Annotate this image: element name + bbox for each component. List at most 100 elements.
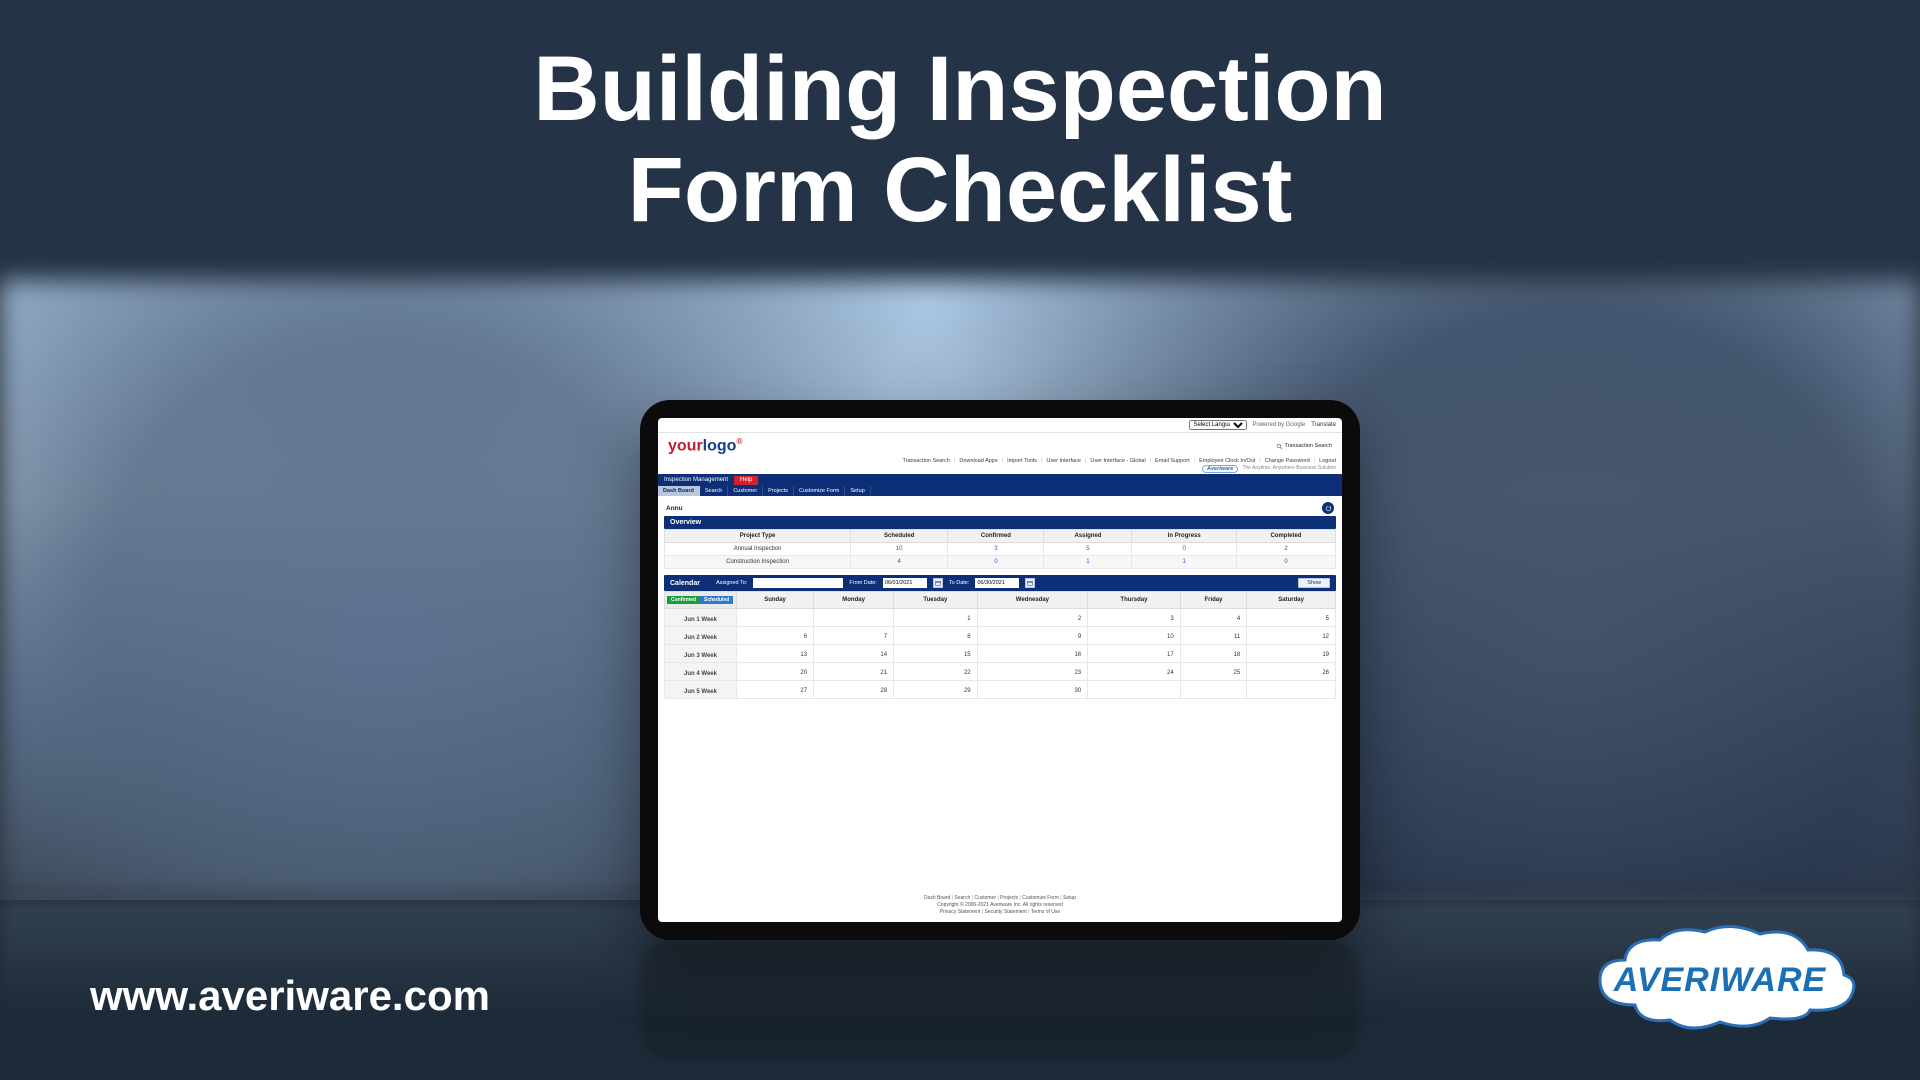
overview-cell[interactable]: 1: [1044, 556, 1132, 569]
user-row: Annu: [664, 500, 1336, 516]
language-select[interactable]: Select Language: [1189, 420, 1247, 430]
calendar-day-header: Sunday: [737, 592, 814, 609]
overview-col: Assigned: [1044, 530, 1132, 543]
calendar-day-cell[interactable]: 18: [1180, 645, 1247, 663]
footer-link[interactable]: Projects: [1000, 895, 1022, 901]
calendar-day-cell[interactable]: 27: [737, 681, 814, 699]
legend-scheduled: Scheduled: [700, 596, 733, 604]
footer-link[interactable]: Customize Form: [1022, 895, 1063, 901]
calendar-day-cell[interactable]: 17: [1088, 645, 1181, 663]
calendar-day-cell[interactable]: [737, 609, 814, 627]
overview-cell[interactable]: 4: [851, 556, 948, 569]
footer-copyright: Copyright © 2006-2021 Averiware Inc. All…: [658, 902, 1342, 909]
refresh-button[interactable]: [1322, 502, 1334, 514]
app-logo: yourlogo®: [668, 437, 742, 455]
calendar-week-label: Jun 1 Week: [665, 609, 737, 627]
calendar-day-cell[interactable]: 8: [894, 627, 978, 645]
calendar-day-cell[interactable]: 4: [1180, 609, 1247, 627]
calendar-day-cell[interactable]: 26: [1247, 663, 1336, 681]
quick-search[interactable]: Transaction Search: [1276, 443, 1333, 450]
calendar-icon: [935, 580, 941, 586]
calendar-day-cell[interactable]: 9: [977, 627, 1088, 645]
calendar-day-cell[interactable]: [1247, 681, 1336, 699]
footer-link[interactable]: Customer: [974, 895, 1000, 901]
footer-legal-link[interactable]: Privacy Statement: [940, 909, 985, 915]
overview-cell[interactable]: 0: [1236, 556, 1335, 569]
footer-link[interactable]: Search: [954, 895, 974, 901]
from-date-label: From Date:: [849, 580, 877, 586]
to-date-picker[interactable]: [1025, 578, 1035, 588]
overview-cell[interactable]: 5: [1044, 543, 1132, 556]
tab-search[interactable]: Search: [700, 486, 728, 496]
footer-legal: Privacy StatementSecurity StatementTerms…: [658, 909, 1342, 916]
calendar-week-label: Jun 3 Week: [665, 645, 737, 663]
calendar-day-cell[interactable]: 19: [1247, 645, 1336, 663]
overview-cell[interactable]: 0: [948, 556, 1044, 569]
overview-cell[interactable]: 1: [1132, 556, 1237, 569]
overview-cell[interactable]: 10: [851, 543, 948, 556]
overview-cell[interactable]: 2: [1236, 543, 1335, 556]
calendar-day-cell[interactable]: 15: [894, 645, 978, 663]
overview-col: Confirmed: [948, 530, 1044, 543]
calendar-day-cell[interactable]: 14: [814, 645, 894, 663]
calendar-day-cell[interactable]: 23: [977, 663, 1088, 681]
calendar-day-cell[interactable]: 29: [894, 681, 978, 699]
footer-link[interactable]: Setup: [1063, 895, 1076, 901]
overview-row-label: Construction Inspection: [665, 556, 851, 569]
site-url: www.averiware.com: [90, 972, 490, 1020]
calendar-day-cell[interactable]: 11: [1180, 627, 1247, 645]
calendar-day-cell[interactable]: 25: [1180, 663, 1247, 681]
calendar-day-cell[interactable]: 21: [814, 663, 894, 681]
top-link[interactable]: User Interface: [1046, 458, 1081, 464]
calendar-day-cell[interactable]: 1: [894, 609, 978, 627]
tab-projects[interactable]: Projects: [763, 486, 794, 496]
tab-customer[interactable]: Customer: [728, 486, 763, 496]
calendar-day-cell[interactable]: 12: [1247, 627, 1336, 645]
top-links: Transaction Search|Download Apps|Import …: [658, 457, 1342, 465]
calendar-day-cell[interactable]: [814, 609, 894, 627]
brand-tagline: The Anytime, Anywhere Business Solution: [1242, 465, 1336, 473]
top-link[interactable]: Change Password: [1265, 458, 1310, 464]
top-link[interactable]: Employee Clock In/Out: [1199, 458, 1255, 464]
calendar-day-cell[interactable]: 2: [977, 609, 1088, 627]
calendar-day-cell[interactable]: 24: [1088, 663, 1181, 681]
utility-bar: Select Language Powered by Google Transl…: [658, 418, 1342, 433]
calendar-day-cell[interactable]: 22: [894, 663, 978, 681]
calendar-day-cell[interactable]: 7: [814, 627, 894, 645]
footer-legal-link[interactable]: Security Statement: [984, 909, 1030, 915]
assigned-to-input[interactable]: [753, 578, 843, 588]
calendar-day-cell[interactable]: 13: [737, 645, 814, 663]
calendar-day-cell[interactable]: [1180, 681, 1247, 699]
calendar-day-cell[interactable]: 10: [1088, 627, 1181, 645]
footer-link[interactable]: Dash Board: [924, 895, 954, 901]
top-link[interactable]: Transaction Search: [902, 458, 950, 464]
tab-dash-board[interactable]: Dash Board: [658, 486, 700, 496]
calendar-day-cell[interactable]: 20: [737, 663, 814, 681]
calendar-day-cell[interactable]: 30: [977, 681, 1088, 699]
tablet-device: Select Language Powered by Google Transl…: [640, 400, 1360, 940]
from-date-picker[interactable]: [933, 578, 943, 588]
footer-legal-link[interactable]: Terms of Use: [1031, 909, 1060, 915]
nav-module[interactable]: Inspection Management: [658, 476, 734, 485]
show-button[interactable]: Show: [1298, 578, 1330, 588]
translate-link[interactable]: Translate: [1311, 422, 1336, 428]
tab-setup[interactable]: Setup: [845, 486, 870, 496]
top-link[interactable]: Download Apps: [959, 458, 997, 464]
nav-help[interactable]: Help: [734, 476, 758, 485]
overview-cell[interactable]: 0: [1132, 543, 1237, 556]
calendar-day-cell[interactable]: 28: [814, 681, 894, 699]
top-link[interactable]: User Interface - Global: [1090, 458, 1145, 464]
to-date-input[interactable]: [975, 578, 1019, 588]
from-date-input[interactable]: [883, 578, 927, 588]
top-link[interactable]: Import Tools: [1007, 458, 1037, 464]
calendar-day-cell[interactable]: [1088, 681, 1181, 699]
calendar-day-cell[interactable]: 6: [737, 627, 814, 645]
tab-customize-form[interactable]: Customize Form: [794, 486, 845, 496]
top-link[interactable]: Email Support: [1155, 458, 1190, 464]
overview-cell[interactable]: 3: [948, 543, 1044, 556]
top-link[interactable]: Logout: [1319, 458, 1336, 464]
calendar-day-cell[interactable]: 16: [977, 645, 1088, 663]
calendar-day-cell[interactable]: 3: [1088, 609, 1181, 627]
slide-title: Building Inspection Form Checklist: [533, 39, 1387, 241]
calendar-day-cell[interactable]: 5: [1247, 609, 1336, 627]
